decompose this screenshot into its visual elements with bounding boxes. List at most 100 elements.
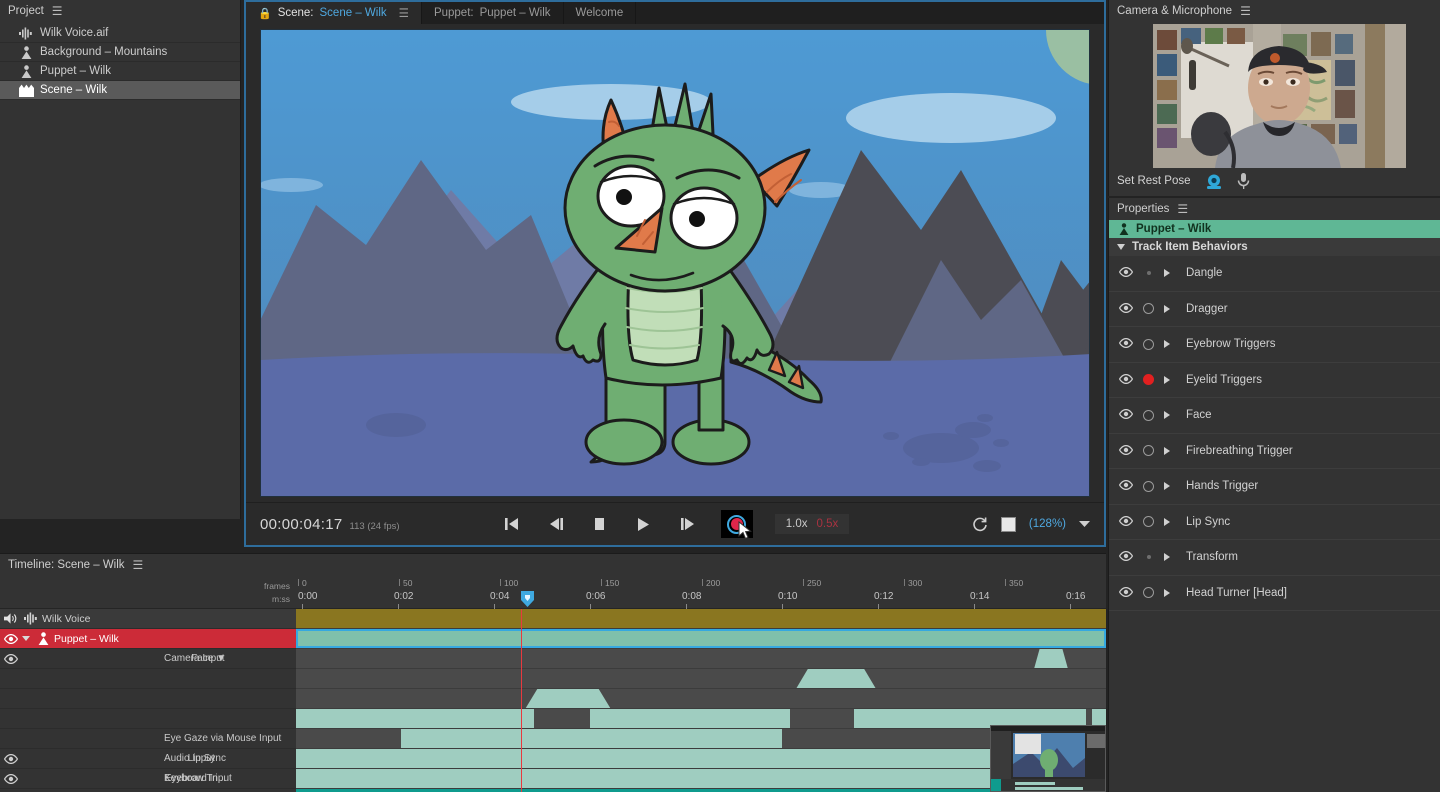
chevron-down-icon[interactable] — [1079, 520, 1090, 528]
behavior-row-eyebrow-triggers[interactable]: Eyebrow Triggers — [1109, 327, 1440, 363]
tab-puppet-wilk[interactable]: Puppet: Puppet – Wilk — [422, 2, 564, 24]
speaker-icon[interactable] — [4, 612, 18, 625]
record-arm-toggle[interactable] — [1143, 480, 1154, 492]
eye-icon[interactable] — [1118, 548, 1134, 566]
microphone-icon[interactable] — [1237, 173, 1250, 189]
record-arm-toggle[interactable] — [1143, 445, 1154, 457]
chevron-right-icon[interactable] — [1164, 588, 1170, 597]
timecode-display[interactable]: 00:00:04:17 — [260, 516, 343, 533]
eye-icon[interactable] — [1118, 335, 1134, 353]
scene-canvas-area[interactable] — [246, 24, 1104, 502]
clip-take-lane-5-b[interactable] — [590, 709, 790, 728]
tab-scene-wilk[interactable]: 🔒 Scene: Scene – Wilk ☰ — [246, 2, 422, 24]
behavior-row-firebreathing-trigger[interactable]: Firebreathing Trigger — [1109, 434, 1440, 469]
stage-viewport[interactable] — [260, 29, 1090, 497]
eye-icon[interactable] — [1118, 406, 1134, 424]
refresh-icon[interactable] — [972, 516, 988, 532]
clip-take-eye-gaze[interactable] — [401, 729, 782, 748]
set-rest-pose-button[interactable]: Set Rest Pose — [1117, 175, 1191, 187]
eye-icon[interactable] — [4, 753, 18, 764]
behavior-row-transform[interactable]: Transform — [1109, 540, 1440, 576]
selected-puppet-header[interactable]: Puppet – Wilk — [1109, 220, 1440, 238]
hamburger-icon[interactable]: ☰ — [399, 6, 409, 20]
play-button[interactable] — [633, 514, 655, 534]
behavior-row-dragger[interactable]: Dragger — [1109, 292, 1440, 327]
eye-icon[interactable] — [4, 773, 18, 784]
hamburger-icon[interactable]: ☰ — [133, 558, 144, 572]
hamburger-icon[interactable]: ☰ — [1177, 202, 1188, 216]
record-arm-toggle[interactable] — [1143, 409, 1154, 421]
record-arm-toggle[interactable] — [1143, 303, 1154, 315]
go-to-start-button[interactable] — [501, 514, 523, 534]
clip-puppet-wilk[interactable] — [296, 629, 1106, 648]
behavior-row-dangle[interactable]: Dangle — [1109, 256, 1440, 292]
timeline-track-row-6[interactable]: Eye Gaze via Mouse Input — [0, 729, 296, 749]
timeline-ruler[interactable]: frames m:ss 0 50 100 150 200 250 300 350 0:00 0:0… — [0, 576, 1106, 609]
timeline-track-row-1[interactable]: Puppet – Wilk — [0, 629, 296, 649]
record-button[interactable] — [720, 510, 753, 540]
clip-lane-3-bg[interactable] — [296, 669, 1106, 688]
chevron-right-icon[interactable] — [1164, 482, 1170, 491]
record-arm-toggle[interactable] — [1143, 587, 1154, 599]
chevron-down-icon[interactable] — [22, 636, 30, 641]
playhead-handle[interactable] — [521, 591, 534, 607]
chevron-right-icon[interactable] — [1164, 553, 1170, 562]
timeline-track-row-8[interactable]: Eyebrow Tri... Keyboard Input — [0, 769, 296, 789]
clip-take-eyebrow-triggers[interactable] — [296, 769, 1106, 788]
lock-icon[interactable]: 🔒 — [258, 7, 272, 20]
record-arm-toggle[interactable] — [1143, 338, 1154, 350]
eye-icon[interactable] — [1118, 264, 1134, 282]
chevron-right-icon[interactable] — [1164, 517, 1170, 526]
webcam-icon[interactable] — [1205, 174, 1223, 189]
chevron-right-icon[interactable] — [1164, 411, 1170, 420]
track-item-behaviors-header[interactable]: Track Item Behaviors — [1109, 238, 1440, 256]
record-arm-toggle[interactable] — [1143, 516, 1154, 528]
behavior-row-head-turner-head[interactable]: Head Turner [Head] — [1109, 576, 1440, 611]
eye-icon[interactable] — [1118, 371, 1134, 389]
behavior-row-lip-sync[interactable]: Lip Sync — [1109, 505, 1440, 540]
track-clip-column[interactable] — [296, 609, 1106, 792]
project-item-3[interactable]: Scene – Wilk — [0, 81, 240, 100]
zoom-level-label[interactable]: (128%) — [1029, 518, 1066, 530]
step-forward-button[interactable] — [677, 514, 699, 534]
chevron-right-icon[interactable] — [1164, 446, 1170, 455]
clip-take-lane-5-a[interactable] — [296, 709, 534, 728]
step-backward-button[interactable] — [545, 514, 567, 534]
hamburger-icon[interactable]: ☰ — [1240, 4, 1251, 18]
project-item-0[interactable]: Wilk Voice.aif — [0, 24, 240, 43]
eye-icon[interactable] — [1118, 477, 1134, 495]
speed-1x-option[interactable]: 1.0x — [786, 518, 808, 530]
playhead-line[interactable] — [521, 609, 522, 792]
clip-lane-4-bg[interactable] — [296, 689, 1106, 708]
eye-icon[interactable] — [1118, 442, 1134, 460]
timeline-track-row-2[interactable]: Face ▼ Camera Input — [0, 649, 296, 669]
timeline-track-row-7[interactable]: Lip Sync Audio Input — [0, 749, 296, 769]
behavior-row-hands-trigger[interactable]: Hands Trigger — [1109, 469, 1440, 505]
timeline-track-row-5[interactable] — [0, 709, 296, 729]
timeline-track-row-3[interactable] — [0, 669, 296, 689]
hamburger-icon[interactable]: ☰ — [52, 4, 63, 18]
timeline-track-row-4[interactable] — [0, 689, 296, 709]
behavior-row-face[interactable]: Face — [1109, 398, 1440, 434]
ruler-tick-track[interactable]: 0 50 100 150 200 250 300 350 0:00 0:02 0:04 0:06 0:0… — [296, 576, 1106, 609]
project-item-2[interactable]: Puppet – Wilk — [0, 62, 240, 81]
clip-lane-camera-input-bg[interactable] — [296, 649, 1106, 668]
behavior-row-eyelid-triggers[interactable]: Eyelid Triggers — [1109, 363, 1440, 398]
project-item-1[interactable]: Background – Mountains — [0, 43, 240, 62]
tab-welcome[interactable]: Welcome — [564, 2, 637, 24]
chevron-right-icon[interactable] — [1164, 269, 1170, 278]
eye-icon[interactable] — [1118, 513, 1134, 531]
speed-half-option[interactable]: 0.5x — [817, 518, 839, 530]
chevron-right-icon[interactable] — [1164, 375, 1170, 384]
background-color-swatch[interactable] — [1000, 516, 1016, 532]
timeline-track-row-0[interactable]: Wilk Voice — [0, 609, 296, 629]
camera-feed[interactable] — [1153, 24, 1406, 168]
chevron-right-icon[interactable] — [1164, 304, 1170, 313]
chevron-right-icon[interactable] — [1164, 340, 1170, 349]
eye-icon[interactable] — [1118, 300, 1134, 318]
record-armed-icon[interactable] — [1143, 374, 1154, 386]
stop-button[interactable] — [589, 514, 611, 534]
eye-icon[interactable] — [4, 653, 18, 664]
clip-wilk-voice-audio[interactable] — [296, 609, 1106, 628]
mini-preview-thumbnail[interactable] — [990, 725, 1106, 792]
